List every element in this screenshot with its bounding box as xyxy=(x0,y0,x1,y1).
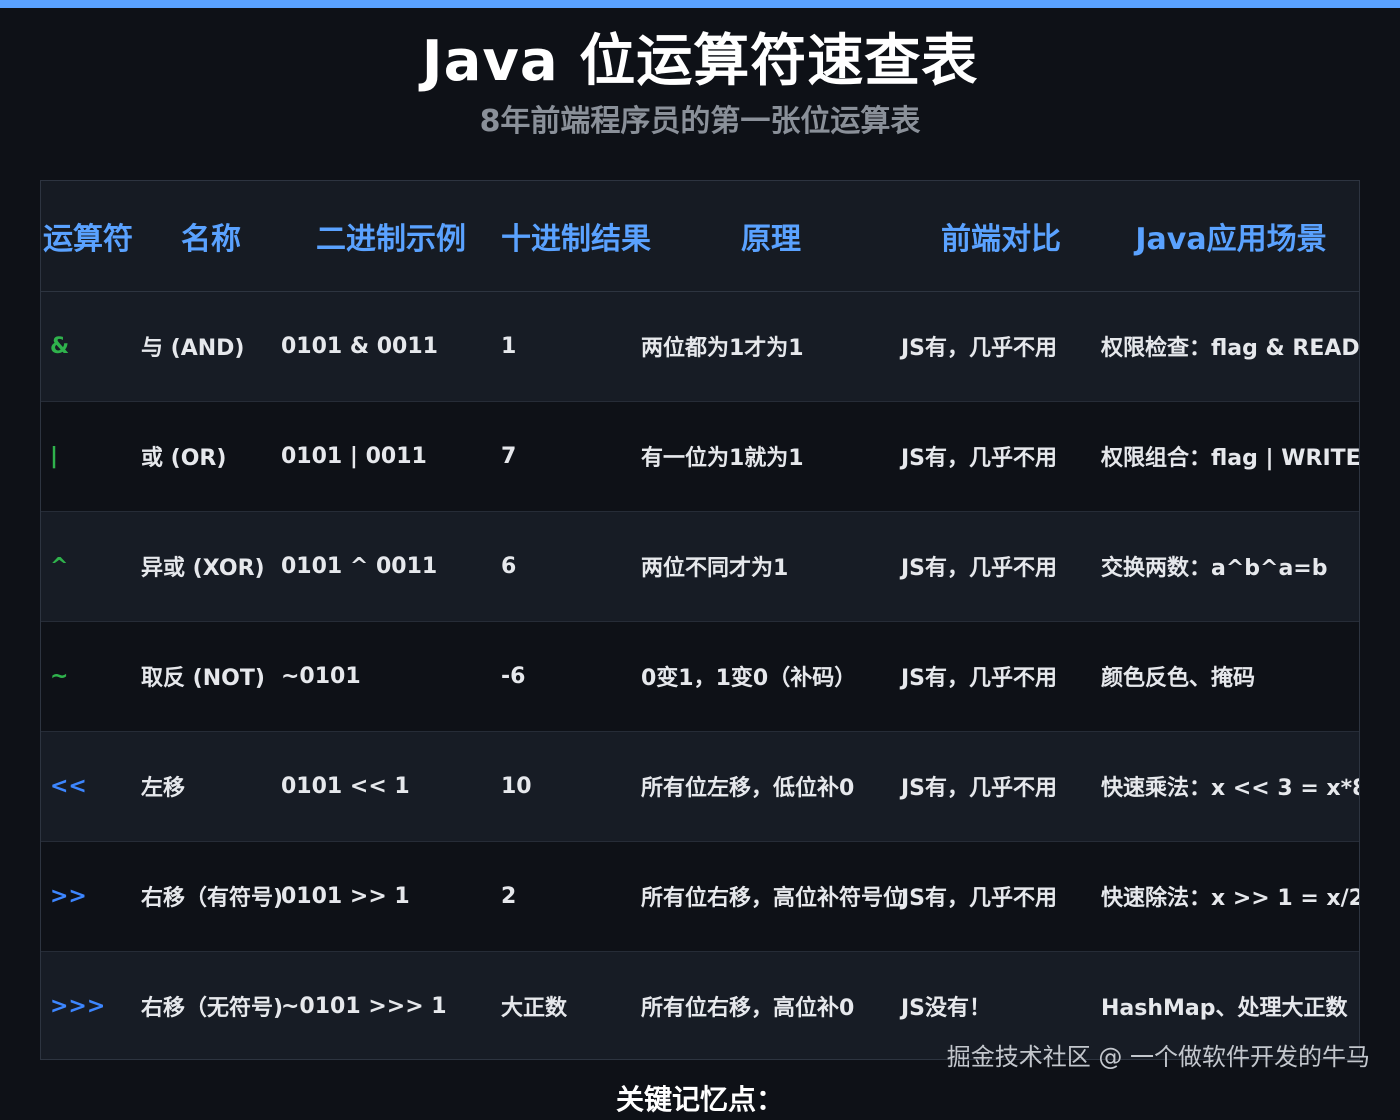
operator-cell: >>> xyxy=(50,993,106,1019)
column-header-frontend: 前端对比 xyxy=(901,181,1101,292)
column-header-principle: 原理 xyxy=(641,181,901,292)
scene-cell: 快速除法：x >> 1 = x/2 xyxy=(1101,841,1359,952)
key-points-heading: 关键记忆点： xyxy=(615,1083,784,1116)
scene-cell: 权限组合：flag | WRITE xyxy=(1101,401,1359,512)
binary-cell: 0101 | 0011 xyxy=(281,401,501,512)
decimal-cell: 1 xyxy=(501,291,641,402)
table-row: ^ 异或 (XOR) 0101 ^ 0011 6 两位不同才为1 JS有，几乎不… xyxy=(41,511,1359,622)
principle-cell: 所有位右移，高位补0 xyxy=(641,996,855,1022)
table-header-row: 运算符 名称 二进制示例 十进制结果 原理 前端对比 Java应用场景 xyxy=(41,181,1359,292)
scene-cell: 交换两数：a^b^a=b xyxy=(1101,511,1359,622)
table-row: & 与 (AND) 0101 & 0011 1 两位都为1才为1 JS有，几乎不… xyxy=(41,291,1359,402)
watermark: 掘金技术社区 @ 一个做软件开发的牛马 xyxy=(946,1043,1370,1071)
operator-cell: | xyxy=(41,401,141,512)
decimal-cell: 大正数 xyxy=(501,996,568,1022)
operator-table-grid: 运算符 名称 二进制示例 十进制结果 原理 前端对比 Java应用场景 & 与 … xyxy=(41,181,1359,1059)
table-row: | 或 (OR) 0101 | 0011 7 有一位为1就为1 JS有，几乎不用… xyxy=(41,401,1359,512)
frontend-cell: JS有，几乎不用 xyxy=(901,841,1101,952)
decimal-cell: 6 xyxy=(501,511,641,622)
page-subtitle: 8年前端程序员的第一张位运算表 xyxy=(479,104,921,139)
principle-cell: 所有位右移，高位补符号位 xyxy=(641,841,905,952)
binary-cell: ~0101 >>> 1 xyxy=(281,993,447,1019)
column-header-scene: Java应用场景 xyxy=(1101,181,1359,292)
column-header-decimal: 十进制结果 xyxy=(501,181,651,292)
frontend-cell: JS有，几乎不用 xyxy=(901,731,1101,842)
page-title: Java 位运算符速查表 xyxy=(421,29,979,94)
column-header-operator: 运算符 xyxy=(41,181,141,292)
frontend-cell: JS有，几乎不用 xyxy=(901,511,1101,622)
operator-table: 运算符 名称 二进制示例 十进制结果 原理 前端对比 Java应用场景 & 与 … xyxy=(40,180,1360,1060)
table-row: ~ 取反 (NOT) ~0101 -6 0变1，1变0（补码） JS有，几乎不用… xyxy=(41,621,1359,732)
scene-cell: 快速乘法：x << 3 = x*8 xyxy=(1101,731,1359,842)
operator-cell: & xyxy=(41,291,141,402)
decimal-cell: 10 xyxy=(501,731,641,842)
binary-cell: 0101 >> 1 xyxy=(281,841,501,952)
name-cell: 右移（无符号) xyxy=(141,996,284,1022)
decimal-cell: 7 xyxy=(501,401,641,512)
decimal-cell: -6 xyxy=(501,621,641,732)
operator-cell: ^ xyxy=(41,511,141,622)
principle-cell: 所有位左移，低位补0 xyxy=(641,731,901,842)
binary-cell: 0101 ^ 0011 xyxy=(281,511,501,622)
top-accent-bar xyxy=(0,0,1400,8)
column-header-name: 名称 xyxy=(141,181,281,292)
name-cell: 左移 xyxy=(141,731,281,842)
name-cell: 右移（有符号) xyxy=(141,841,283,952)
operator-cell: >> xyxy=(41,841,141,952)
scene-cell: 颜色反色、掩码 xyxy=(1101,621,1359,732)
frontend-cell: JS有，几乎不用 xyxy=(901,401,1101,512)
frontend-cell: JS有，几乎不用 xyxy=(901,291,1101,402)
name-cell: 或 (OR) xyxy=(141,401,281,512)
decimal-cell: 2 xyxy=(501,841,641,952)
principle-cell: 0变1，1变0（补码） xyxy=(641,621,901,732)
binary-cell: ~0101 xyxy=(281,621,501,732)
principle-cell: 两位不同才为1 xyxy=(641,511,901,622)
name-cell: 异或 (XOR) xyxy=(141,511,281,622)
table-row: << 左移 0101 << 1 10 所有位左移，低位补0 JS有，几乎不用 快… xyxy=(41,731,1359,842)
operator-cell: ~ xyxy=(41,621,141,732)
name-cell: 与 (AND) xyxy=(141,291,281,402)
principle-cell: 两位都为1才为1 xyxy=(641,291,901,402)
operator-cell: << xyxy=(41,731,141,842)
frontend-cell: JS有，几乎不用 xyxy=(901,621,1101,732)
binary-cell: 0101 << 1 xyxy=(281,731,501,842)
table-row: >> 右移（有符号) 0101 >> 1 2 所有位右移，高位补符号位 JS有，… xyxy=(41,841,1359,952)
binary-cell: 0101 & 0011 xyxy=(281,291,501,402)
principle-cell: 有一位为1就为1 xyxy=(641,401,901,512)
column-header-binary: 二进制示例 xyxy=(281,181,501,292)
name-cell: 取反 (NOT) xyxy=(141,621,281,732)
scene-cell: 权限检查：flag & READ xyxy=(1101,291,1359,402)
